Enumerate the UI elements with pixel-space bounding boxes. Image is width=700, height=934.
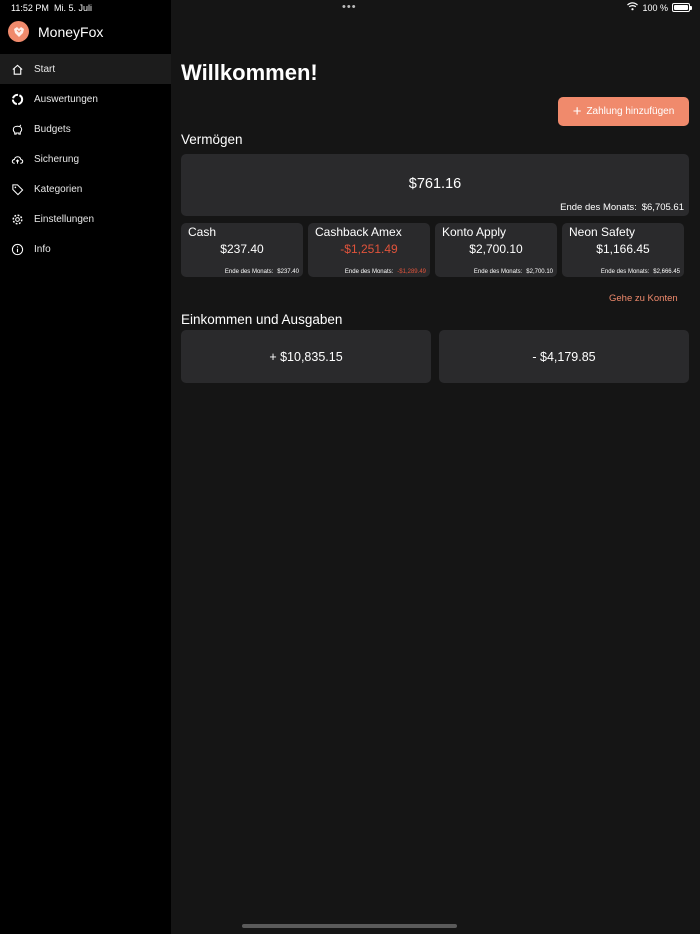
main-content: Willkommen! + Zahlung hinzufügen Vermöge… (171, 0, 700, 934)
status-time: 11:52 PM (11, 3, 49, 13)
page-title: Willkommen! (181, 60, 318, 85)
piggy-bank-icon (10, 122, 24, 136)
gear-icon (10, 212, 24, 226)
sidebar-item-auswertungen[interactable]: Auswertungen (0, 84, 171, 114)
add-payment-label: Zahlung hinzufügen (586, 106, 675, 117)
account-eom-value: $237.40 (277, 269, 299, 275)
sidebar-item-start[interactable]: Start (0, 54, 171, 84)
tag-icon (10, 182, 24, 196)
sidebar-item-einstellungen[interactable]: Einstellungen (0, 204, 171, 234)
account-card-cashback-amex[interactable]: Cashback Amex -$1,251.49 Ende des Monats… (308, 223, 430, 277)
plus-icon: + (572, 103, 582, 120)
account-value: -$1,251.49 (340, 242, 398, 256)
account-eom-value: $2,700.10 (526, 269, 553, 275)
home-icon (10, 62, 24, 76)
sidebar-item-label: Sicherung (34, 153, 80, 165)
account-name: Neon Safety (569, 225, 636, 239)
home-indicator[interactable] (242, 924, 457, 928)
sidebar-item-budgets[interactable]: Budgets (0, 114, 171, 144)
account-eom-value: $2,666.45 (653, 269, 680, 275)
account-value: $237.40 (220, 242, 264, 256)
networth-eom-value: $6,705.61 (641, 202, 684, 213)
status-date: Mi. 5. Juli (54, 3, 93, 13)
account-name: Konto Apply (442, 225, 507, 239)
goto-accounts-link[interactable]: Gehe zu Konten (609, 293, 678, 304)
account-name: Cash (188, 225, 217, 239)
income-value: + $10,835.15 (269, 349, 343, 364)
sidebar-item-label: Auswertungen (34, 93, 98, 105)
account-eom-label: Ende des Monats: (344, 269, 394, 275)
account-eom-label: Ende des Monats: (224, 269, 274, 275)
account-name: Cashback Amex (315, 225, 402, 239)
sidebar-item-sicherung[interactable]: Sicherung (0, 144, 171, 174)
accounts-row: Cash $237.40 Ende des Monats: $237.40 Cas… (181, 223, 685, 277)
sidebar-nav: Start Auswertungen Budgets Sicherung Kat… (0, 54, 171, 264)
brand: MoneyFox (8, 21, 103, 42)
app-name: MoneyFox (38, 23, 104, 40)
sidebar-item-label: Info (34, 243, 51, 255)
sidebar: MoneyFox Start Auswertungen Budgets Sich… (0, 0, 171, 934)
networth-end-of-month: Ende des Monats: $6,705.61 (560, 202, 684, 213)
sidebar-item-info[interactable]: Info (0, 234, 171, 264)
account-end-of-month: Ende des Monats: $237.40 (225, 269, 299, 275)
sidebar-item-label: Einstellungen (34, 213, 95, 225)
account-card-cash[interactable]: Cash $237.40 Ende des Monats: $237.40 (181, 223, 303, 277)
add-payment-button[interactable]: + Zahlung hinzufügen (558, 97, 689, 126)
networth-heading: Vermögen (181, 132, 243, 147)
info-icon (10, 242, 24, 256)
networth-card: $761.16 Ende des Monats: $6,705.61 (181, 154, 689, 216)
account-end-of-month: Ende des Monats: -$1,289.49 (345, 269, 426, 275)
pie-chart-icon (10, 92, 24, 106)
networth-eom-label: Ende des Monats: (560, 202, 637, 213)
expense-card[interactable]: - $4,179.85 (439, 330, 689, 383)
account-value: $2,700.10 (469, 242, 523, 256)
expense-value: - $4,179.85 (532, 349, 596, 364)
account-eom-label: Ende des Monats: (473, 269, 523, 275)
account-end-of-month: Ende des Monats: $2,666.45 (601, 269, 680, 275)
sidebar-item-label: Kategorien (34, 183, 83, 195)
account-card-konto-apply[interactable]: Konto Apply $2,700.10 Ende des Monats: $2… (435, 223, 557, 277)
account-value: $1,166.45 (596, 242, 650, 256)
account-eom-value: -$1,289.49 (397, 269, 426, 275)
sidebar-item-label: Start (34, 63, 56, 75)
sidebar-item-kategorien[interactable]: Kategorien (0, 174, 171, 204)
cloud-upload-icon (10, 152, 24, 166)
income-card[interactable]: + $10,835.15 (181, 330, 431, 383)
account-end-of-month: Ende des Monats: $2,700.10 (474, 269, 553, 275)
income-expense-heading: Einkommen und Ausgaben (181, 312, 343, 327)
sidebar-item-label: Budgets (34, 123, 71, 135)
moneyfox-logo-icon (8, 21, 29, 42)
account-card-neon-safety[interactable]: Neon Safety $1,166.45 Ende des Monats: $2… (562, 223, 684, 277)
account-eom-label: Ende des Monats: (600, 269, 650, 275)
networth-value: $761.16 (408, 176, 462, 192)
